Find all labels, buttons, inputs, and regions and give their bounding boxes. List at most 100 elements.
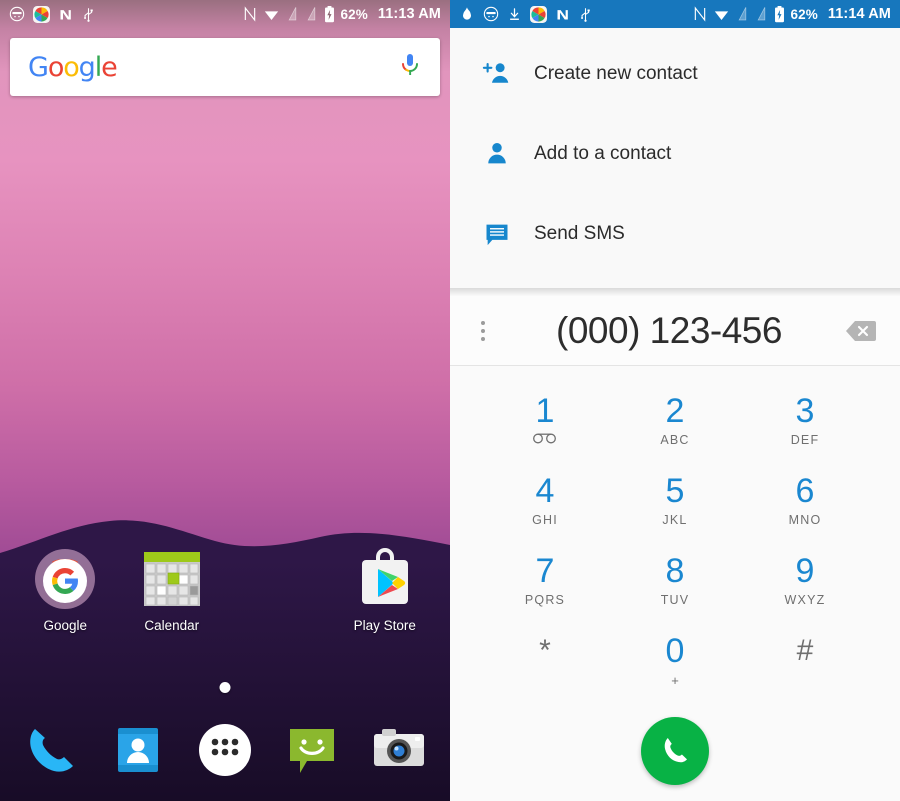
message-icon bbox=[480, 220, 514, 248]
dialer-context-menu: Create new contact Add to a contact Send… bbox=[450, 28, 900, 288]
app-label: Play Store bbox=[353, 618, 416, 633]
dialpad-letters: PQRS bbox=[524, 592, 566, 607]
person-add-icon bbox=[480, 59, 514, 89]
google-search-widget[interactable]: Google bbox=[10, 38, 440, 96]
dialpad-letters: + bbox=[671, 672, 679, 688]
dialpad-digit: 2 bbox=[665, 391, 685, 430]
battery-charging-icon bbox=[774, 5, 785, 23]
google-app-icon bbox=[34, 548, 96, 610]
dialpad-key-1[interactable]: 1 bbox=[480, 380, 610, 460]
battery-percent-label: 62% bbox=[340, 6, 368, 22]
clock-label: 11:13 AM bbox=[377, 6, 441, 22]
app-icon-play-store[interactable]: Play Store bbox=[332, 548, 439, 633]
messaging-dock-icon[interactable] bbox=[283, 721, 341, 779]
dialpad-letters: MNO bbox=[788, 512, 822, 527]
more-vert-icon[interactable] bbox=[466, 320, 500, 341]
dialpad-digit: * bbox=[539, 633, 551, 667]
dialpad-key-star[interactable]: * bbox=[480, 620, 610, 700]
nfc-icon bbox=[693, 6, 707, 22]
clock-label: 11:14 AM bbox=[827, 6, 891, 22]
dialpad-key-6[interactable]: 6 MNO bbox=[740, 460, 870, 540]
dialpad-digit: 9 bbox=[795, 551, 815, 590]
dialpad-digit: 4 bbox=[535, 471, 555, 510]
dialer-status-bar[interactable]: 62% 11:14 AM bbox=[450, 0, 900, 28]
android-home-screen: 62% 11:13 AM Google Google Calendar Play… bbox=[0, 0, 450, 801]
dialpad-row: 4 GHI 5 JKL 6 MNO bbox=[480, 460, 870, 540]
call-button-row bbox=[450, 717, 900, 785]
dialpad-row: * 0 + # bbox=[480, 620, 870, 700]
dialpad-letters: ABC bbox=[660, 432, 690, 447]
dialpad-digit: 5 bbox=[665, 471, 685, 510]
camera-dock-icon[interactable] bbox=[370, 721, 428, 779]
home-dock bbox=[0, 707, 450, 793]
calendar-app-icon bbox=[141, 548, 203, 610]
smiley-face-icon bbox=[483, 6, 499, 22]
menu-item-create-new-contact[interactable]: Create new contact bbox=[450, 34, 900, 114]
dialpad-digit: 1 bbox=[535, 391, 555, 430]
phone-number-row: (000) 123-456 bbox=[450, 296, 900, 366]
dialpad-key-9[interactable]: 9 WXYZ bbox=[740, 540, 870, 620]
photos-icon bbox=[33, 5, 50, 23]
menu-item-send-sms[interactable]: Send SMS bbox=[450, 194, 900, 274]
call-button[interactable] bbox=[641, 717, 709, 785]
dialpad-key-3[interactable]: 3 DEF bbox=[740, 380, 870, 460]
contacts-dock-icon[interactable] bbox=[109, 721, 167, 779]
dialpad-digit: 0 bbox=[665, 631, 685, 670]
phone-dock-icon[interactable] bbox=[22, 721, 80, 779]
usb-icon bbox=[81, 7, 96, 22]
menu-item-label: Send SMS bbox=[534, 223, 625, 244]
backspace-icon[interactable] bbox=[838, 319, 884, 343]
dialer-screen: 62% 11:14 AM Create new contact Add to a… bbox=[450, 0, 900, 801]
dialpad-key-2[interactable]: 2 ABC bbox=[610, 380, 740, 460]
dialpad-key-4[interactable]: 4 GHI bbox=[480, 460, 610, 540]
phone-number-input[interactable]: (000) 123-456 bbox=[500, 310, 838, 352]
dialpad-key-8[interactable]: 8 TUV bbox=[610, 540, 740, 620]
voicemail-icon bbox=[532, 433, 558, 447]
dialpad-row: 7 PQRS 8 TUV 9 WXYZ bbox=[480, 540, 870, 620]
menu-item-label: Add to a contact bbox=[534, 143, 672, 164]
dialpad-digit: # bbox=[796, 633, 814, 667]
app-drawer-icon[interactable] bbox=[196, 721, 254, 779]
app-icon-calendar[interactable]: Calendar bbox=[119, 548, 226, 633]
page-indicator-dot[interactable] bbox=[219, 682, 231, 693]
usb-icon bbox=[578, 7, 593, 22]
menu-drop-shadow bbox=[450, 288, 900, 296]
dialpad-key-5[interactable]: 5 JKL bbox=[610, 460, 740, 540]
play-store-app-icon bbox=[354, 548, 416, 610]
screenshot-root: 62% 11:13 AM Google Google Calendar Play… bbox=[0, 0, 900, 801]
sim-card-2-icon bbox=[755, 6, 768, 22]
dialpad-letters: DEF bbox=[790, 432, 820, 447]
app-label: Calendar bbox=[144, 618, 200, 633]
menu-item-label: Create new contact bbox=[534, 63, 698, 84]
sim-card-1-icon bbox=[736, 6, 749, 22]
nova-icon bbox=[555, 7, 570, 22]
app-label: Google bbox=[43, 618, 88, 633]
dialpad-digit: 6 bbox=[795, 471, 815, 510]
dialpad-key-0[interactable]: 0 + bbox=[610, 620, 740, 700]
dialpad-digit: 7 bbox=[535, 551, 555, 590]
wifi-icon bbox=[263, 6, 280, 22]
microphone-icon[interactable] bbox=[398, 52, 422, 83]
dialpad-letters: WXYZ bbox=[784, 592, 826, 607]
dialpad-key-hash[interactable]: # bbox=[740, 620, 870, 700]
person-icon bbox=[480, 139, 514, 169]
nfc-icon bbox=[243, 6, 257, 22]
dialpad-letters: JKL bbox=[662, 512, 688, 527]
photos-icon bbox=[530, 5, 547, 23]
dialpad-digit: 8 bbox=[665, 551, 685, 590]
menu-item-add-to-a-contact[interactable]: Add to a contact bbox=[450, 114, 900, 194]
sim-card-2-icon bbox=[305, 6, 318, 22]
home-status-bar[interactable]: 62% 11:13 AM bbox=[0, 0, 450, 28]
flame-icon bbox=[459, 6, 475, 22]
dialpad-letters: GHI bbox=[532, 512, 558, 527]
dialpad-letters: TUV bbox=[660, 592, 690, 607]
dialpad-key-7[interactable]: 7 PQRS bbox=[480, 540, 610, 620]
sim-card-1-icon bbox=[286, 6, 299, 22]
app-icon-google[interactable]: Google bbox=[12, 548, 119, 633]
dialpad: 1 2 ABC 3 DEF 4 GHI 5 JKL 6 MNO 7 PQRS 8… bbox=[450, 366, 900, 700]
google-logo: Google bbox=[28, 51, 118, 83]
battery-charging-icon bbox=[324, 5, 335, 23]
phone-call-icon bbox=[659, 734, 691, 769]
dialpad-row: 1 2 ABC 3 DEF bbox=[480, 380, 870, 460]
nova-icon bbox=[58, 7, 73, 22]
